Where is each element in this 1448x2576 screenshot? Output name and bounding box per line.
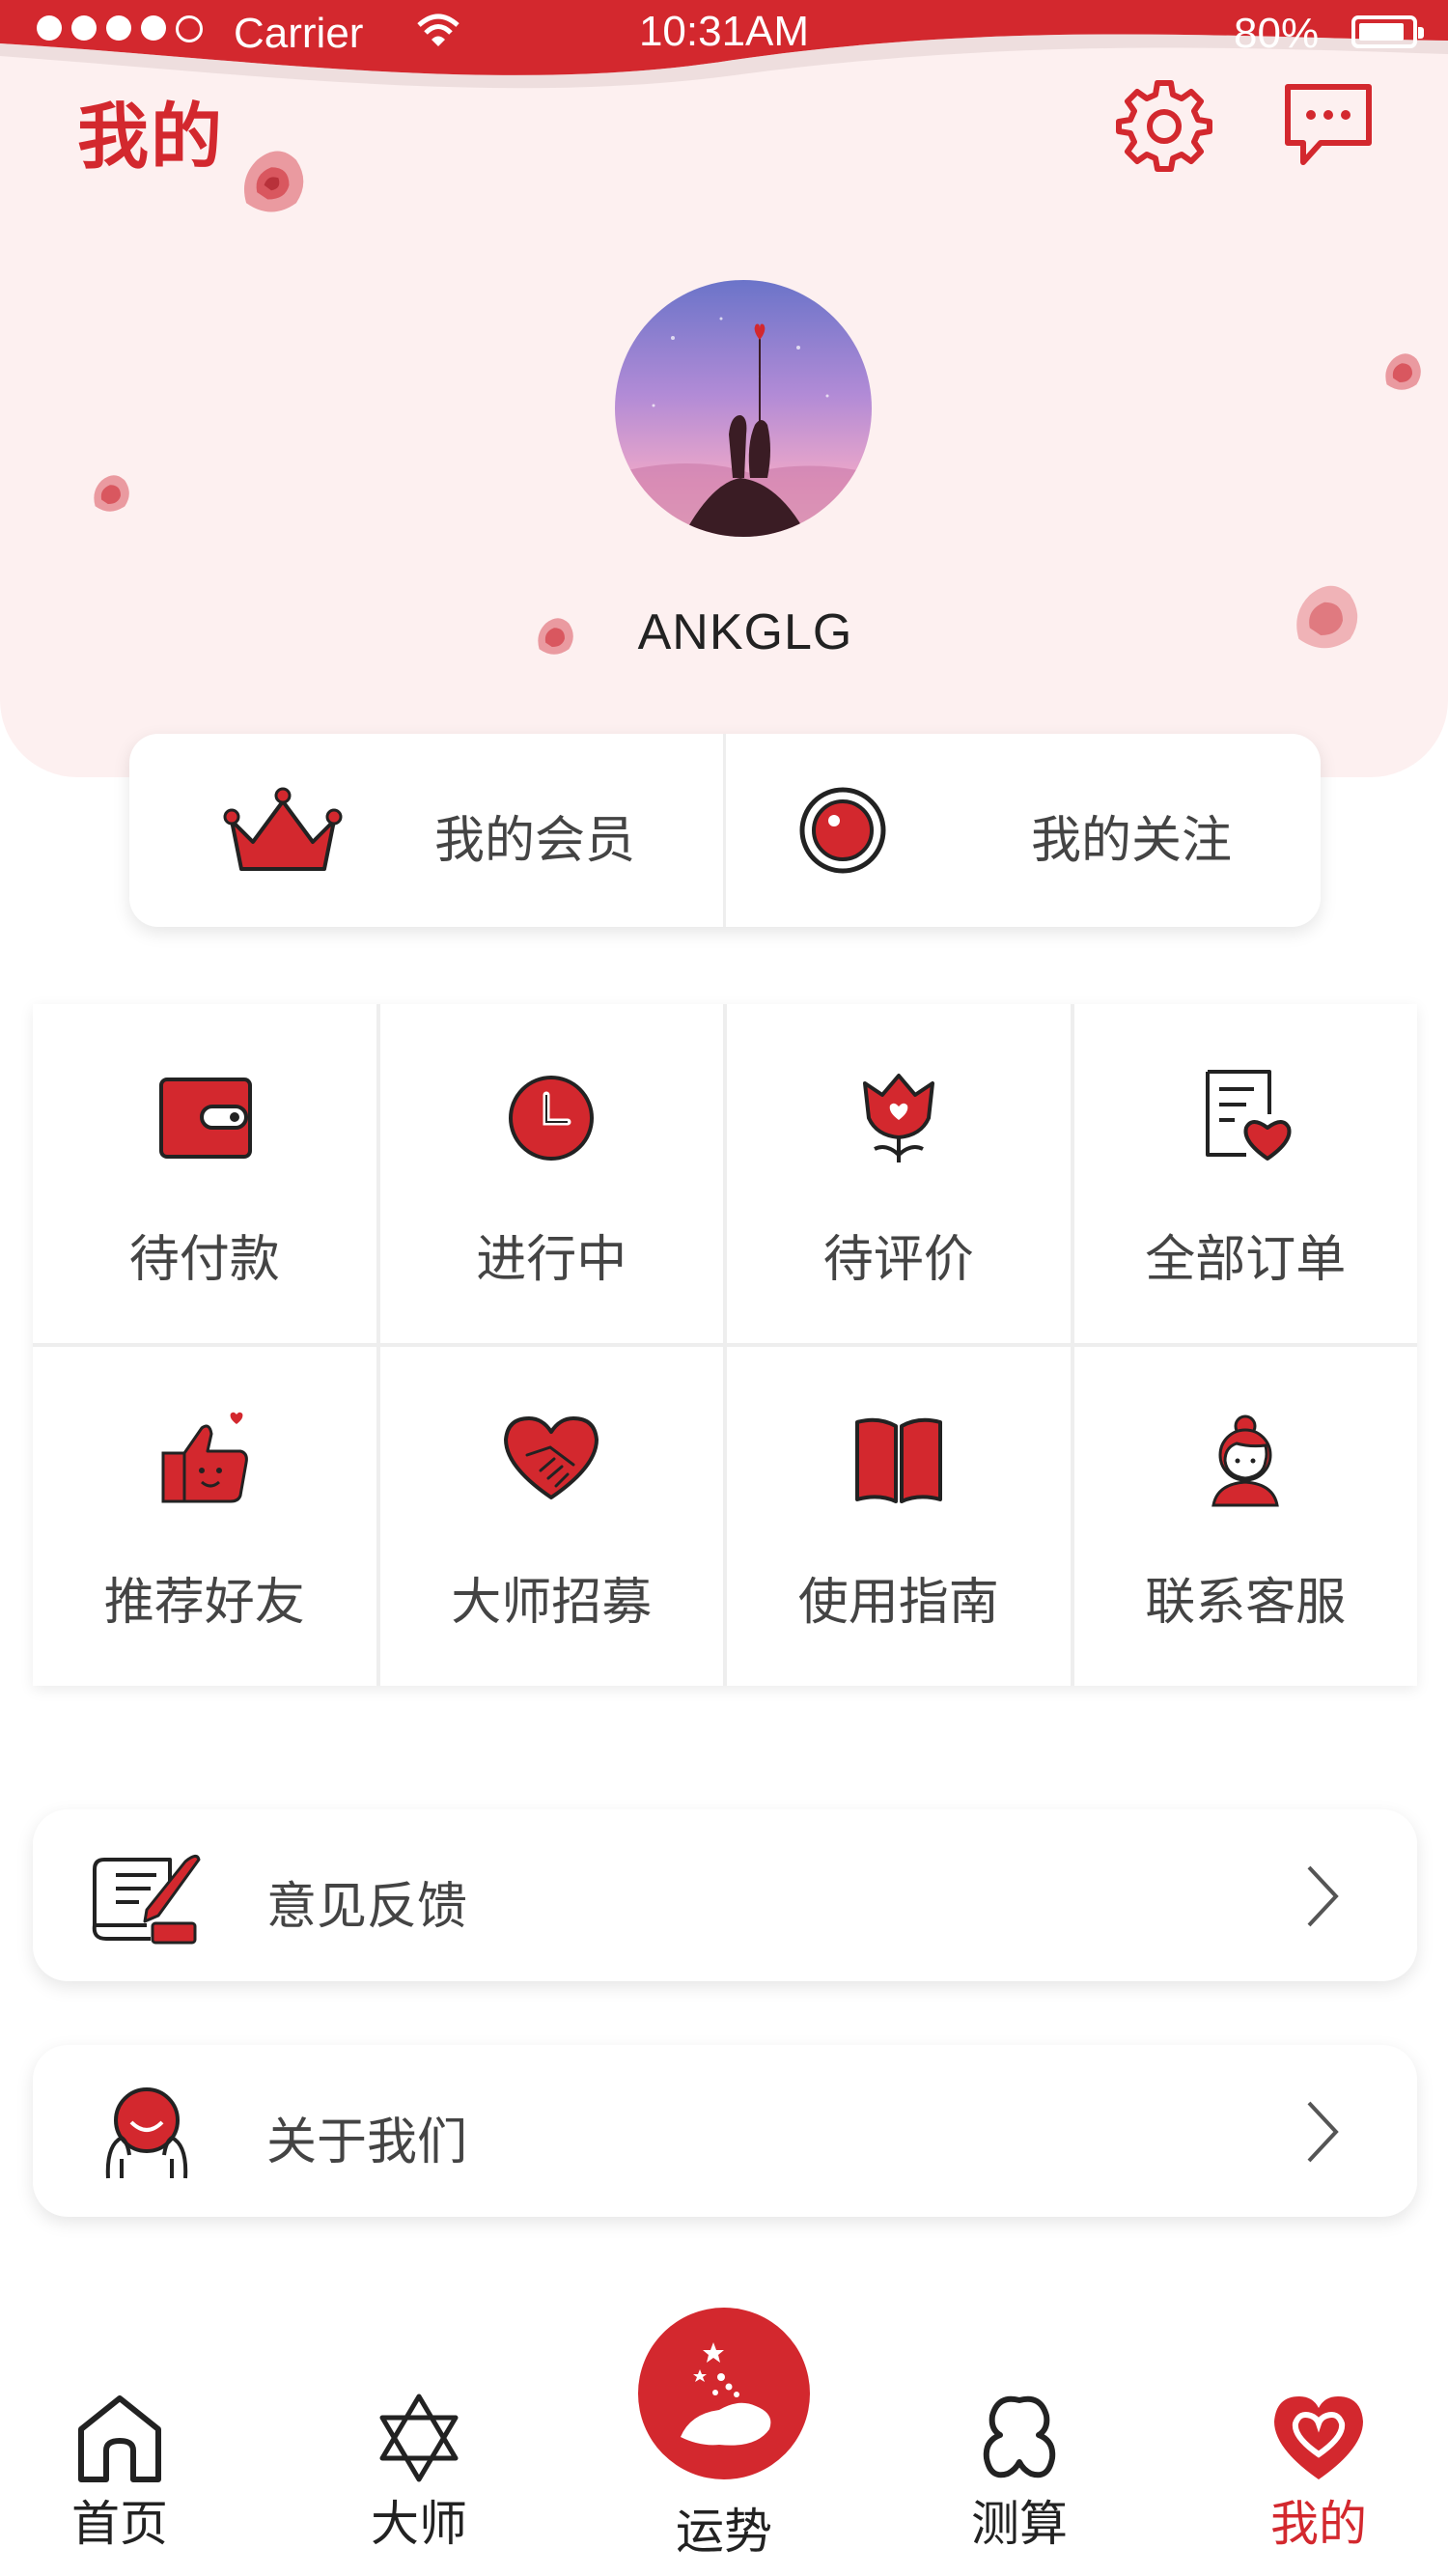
grid-label: 进行中 [476, 1231, 627, 1289]
grid-item-in-progress[interactable]: 进行中 [379, 1004, 723, 1343]
grid-item-pending-payment[interactable]: 待付款 [33, 1004, 376, 1343]
avatar[interactable] [615, 280, 872, 537]
tab-label: 运势 [676, 2504, 772, 2560]
page-title: 我的 [77, 96, 224, 179]
record-target-icon [799, 787, 886, 874]
fortune-button [638, 2308, 810, 2479]
about-us-row[interactable]: 关于我们 [33, 2045, 1417, 2217]
grid-label: 全部订单 [1145, 1231, 1347, 1289]
grid-label: 推荐好友 [103, 1574, 305, 1632]
grid-item-customer-service[interactable]: 联系客服 [1073, 1347, 1417, 1686]
hexagram-icon [379, 2394, 459, 2482]
username: ANKGLG [637, 604, 853, 660]
rose-decoration-icon [94, 475, 129, 512]
status-time: 10:31AM [638, 8, 810, 55]
rose-decoration-icon [243, 151, 304, 212]
tab-label: 首页 [71, 2496, 168, 2552]
tab-calculate[interactable]: 测算 [923, 2391, 1116, 2574]
chevron-right-icon [1307, 2101, 1339, 2163]
heart-icon [1274, 2396, 1363, 2479]
member-card: 我的会员 我的关注 [129, 734, 1321, 927]
status-bar: Carrier 10:31AM 80% [0, 0, 1448, 70]
tab-fortune[interactable]: 运势 [632, 2308, 816, 2568]
grid-item-recommend-friends[interactable]: 推荐好友 [33, 1347, 376, 1686]
tab-mine[interactable]: 我的 [1222, 2391, 1415, 2574]
feedback-pen-icon [92, 1855, 201, 1945]
thumbs-up-icon [161, 1412, 248, 1503]
tab-home[interactable]: 首页 [23, 2391, 216, 2574]
feedback-label: 意见反馈 [266, 1878, 468, 1936]
book-icon [854, 1417, 942, 1503]
my-follow-label: 我的关注 [1031, 812, 1233, 870]
home-icon [78, 2395, 161, 2482]
about-us-label: 关于我们 [266, 2114, 468, 2171]
handshake-heart-icon [504, 1416, 599, 1499]
service-grid: 待付款 进行中 待评价 全部订单 推荐好友 大师招募 使用指南 联系客服 [33, 1004, 1417, 1686]
fortune-hand-icon [681, 2342, 771, 2446]
tab-master[interactable]: 大师 [322, 2391, 515, 2574]
grid-label: 大师招募 [451, 1574, 653, 1632]
clover-icon [983, 2395, 1056, 2478]
wallet-icon [158, 1078, 252, 1159]
crown-icon [223, 787, 343, 871]
profile-header: Carrier 10:31AM 80% 我的 ANKGLG [0, 0, 1448, 777]
grid-label: 使用指南 [797, 1574, 999, 1632]
chevron-right-icon [1307, 1865, 1339, 1927]
my-vip-label: 我的会员 [434, 812, 636, 870]
battery-icon [1351, 15, 1424, 48]
tab-label: 我的 [1270, 2496, 1367, 2552]
about-us-icon [105, 2087, 188, 2179]
grid-item-pending-review[interactable]: 待评价 [727, 1004, 1071, 1343]
my-follow-button[interactable]: 我的关注 [726, 734, 1321, 927]
tab-label: 大师 [371, 2496, 467, 2552]
grid-label: 待评价 [822, 1231, 974, 1289]
rose-decoration-icon [1385, 353, 1421, 390]
grid-item-all-orders[interactable]: 全部订单 [1073, 1004, 1417, 1343]
tulip-heart-icon [862, 1074, 934, 1162]
grid-label: 联系客服 [1145, 1574, 1347, 1632]
clock-icon [509, 1076, 595, 1161]
battery-percentage: 80% [1234, 10, 1320, 57]
grid-item-user-guide[interactable]: 使用指南 [727, 1347, 1071, 1686]
message-icon[interactable] [1280, 75, 1377, 172]
grid-label: 待付款 [128, 1231, 280, 1289]
feedback-row[interactable]: 意见反馈 [33, 1809, 1417, 1981]
tab-label: 测算 [971, 2496, 1068, 2552]
order-list-icon [1206, 1070, 1292, 1161]
customer-service-icon [1211, 1414, 1280, 1507]
grid-item-master-recruit[interactable]: 大师招募 [379, 1347, 723, 1686]
settings-gear-icon[interactable] [1116, 75, 1212, 172]
my-vip-button[interactable]: 我的会员 [129, 734, 724, 927]
